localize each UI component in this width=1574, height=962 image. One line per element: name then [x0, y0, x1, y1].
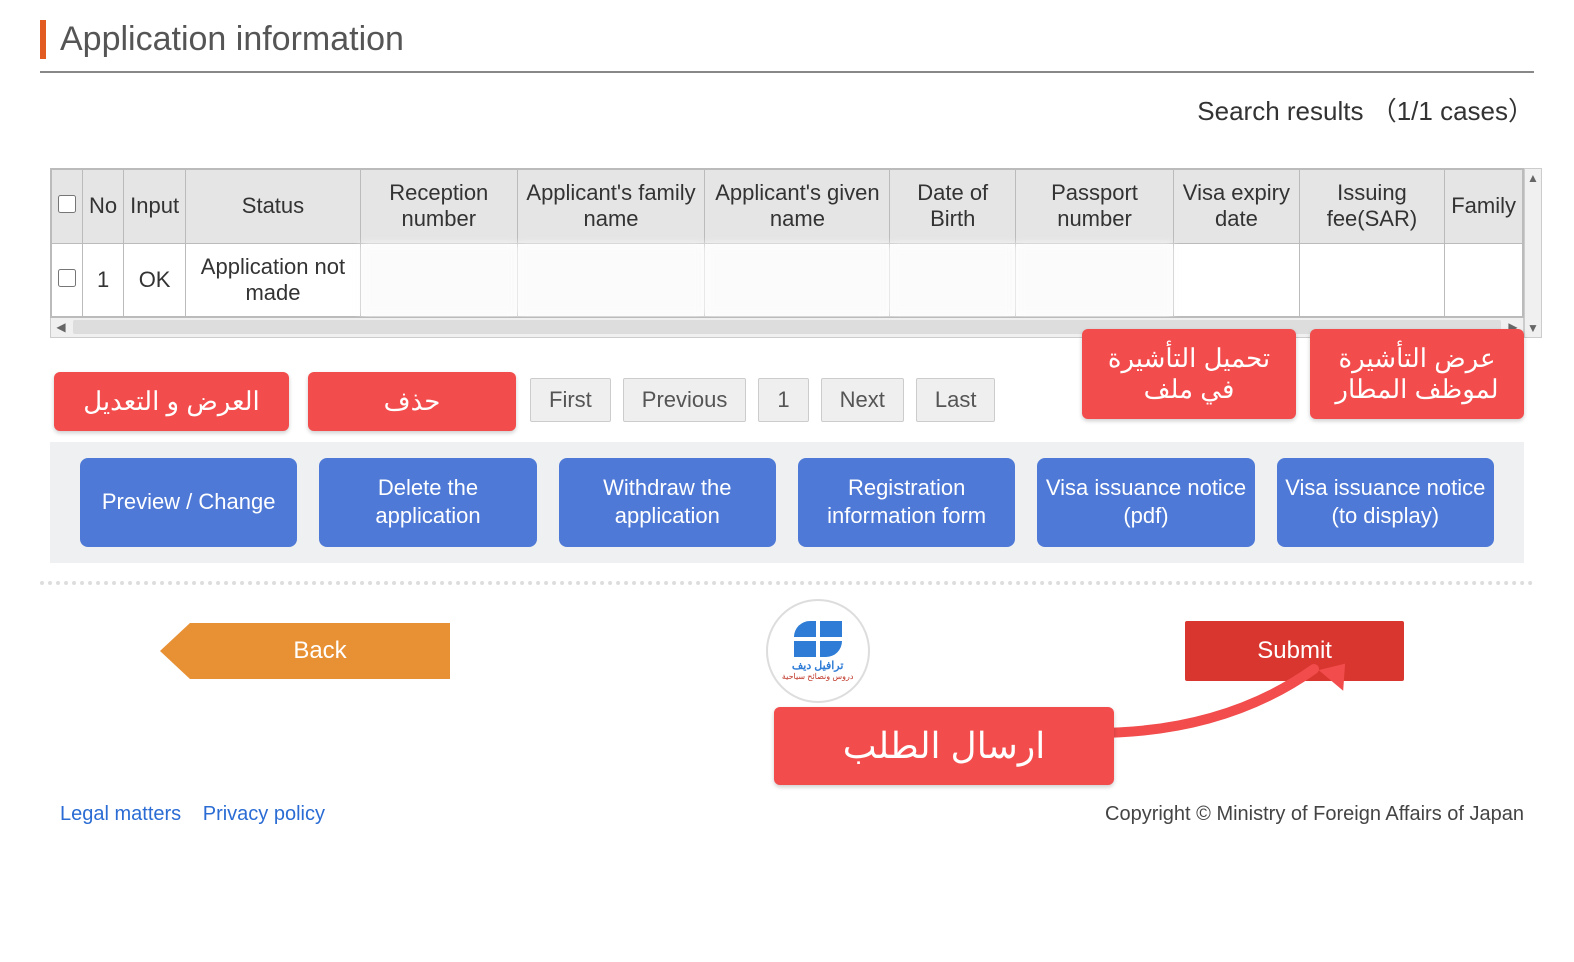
col-input: Input: [124, 170, 186, 244]
logo-tagline: دروس ونصائح سياحية: [782, 672, 854, 681]
annotation-delete: حذف: [308, 372, 516, 431]
footer-links: Legal matters Privacy policy: [60, 803, 341, 826]
privacy-policy-link[interactable]: Privacy policy: [203, 803, 325, 825]
back-arrow-icon: [160, 623, 190, 679]
legal-matters-link[interactable]: Legal matters: [60, 803, 181, 825]
cell-reception-number: xxxxxxxx: [360, 243, 517, 316]
last-page-button[interactable]: Last: [916, 378, 996, 422]
visa-notice-pdf-button[interactable]: Visa issuance notice (pdf): [1037, 458, 1254, 547]
next-page-button[interactable]: Next: [821, 378, 904, 422]
previous-page-button[interactable]: Previous: [623, 378, 747, 422]
logo-name: ترافيل ديف: [792, 659, 844, 672]
col-passport-number: Passport number: [1015, 170, 1173, 244]
vertical-scrollbar[interactable]: ▲ ▼: [1524, 168, 1542, 338]
annotation-row: العرض و التعديل حذف تحميل التأشيرة في مل…: [50, 344, 1524, 434]
results-table-container: No Input Status Reception number Applica…: [50, 168, 1524, 338]
col-family: Family: [1445, 170, 1523, 244]
bottom-nav-row: Back ترافيل ديف دروس ونصائح سياحية Submi…: [40, 599, 1534, 703]
logo: ترافيل ديف دروس ونصائح سياحية: [766, 599, 870, 703]
horizontal-scrollbar[interactable]: ◀ ▶: [50, 318, 1524, 338]
table-row[interactable]: 1 OK Application not made xxxxxxxx XXXXX…: [52, 243, 1523, 316]
table-header-row: No Input Status Reception number Applica…: [52, 170, 1523, 244]
col-visa-expiry: Visa expiry date: [1174, 170, 1300, 244]
title-underline: [40, 71, 1534, 73]
col-reception-number: Reception number: [360, 170, 517, 244]
page-title: Application information: [60, 20, 1534, 59]
cell-family-name: XXXXXX: [517, 243, 705, 316]
annotation-submit: ارسال الطلب: [774, 707, 1114, 785]
preview-change-button[interactable]: Preview / Change: [80, 458, 297, 547]
annotation-display-visa: عرض التأشيرة لموظف المطار: [1310, 329, 1524, 419]
submit-annotation: ارسال الطلب: [854, 665, 1414, 785]
dotted-divider: [40, 581, 1534, 585]
cell-no: 1: [83, 243, 124, 316]
col-family-name: Applicant's family name: [517, 170, 705, 244]
annotation-download-visa: تحميل التأشيرة في ملف: [1082, 329, 1296, 419]
page-number[interactable]: 1: [758, 378, 808, 422]
cell-input: OK: [124, 243, 186, 316]
cell-family: [1445, 243, 1523, 316]
cell-given-name: XXXXXX: [705, 243, 890, 316]
registration-info-form-button[interactable]: Registration information form: [798, 458, 1015, 547]
col-checkbox: [52, 170, 83, 244]
copyright-text: Copyright © Ministry of Foreign Affairs …: [1105, 803, 1524, 826]
cell-issuing-fee: [1299, 243, 1444, 316]
select-all-checkbox[interactable]: [58, 195, 76, 213]
cell-passport-number: XXXXXXXX: [1015, 243, 1173, 316]
table-scroll-area[interactable]: No Input Status Reception number Applica…: [50, 168, 1524, 318]
results-table: No Input Status Reception number Applica…: [51, 169, 1523, 317]
col-issuing-fee: Issuing fee(SAR): [1299, 170, 1444, 244]
pagination: First Previous 1 Next Last: [530, 378, 995, 422]
cell-date-of-birth: xx/xx/xxxx: [890, 243, 1015, 316]
search-results-text: Search results （1/1 cases）: [40, 91, 1534, 128]
back-button-label: Back: [190, 623, 450, 679]
cell-visa-expiry: [1174, 243, 1300, 316]
action-bar: Preview / Change Delete the application …: [50, 442, 1524, 563]
scroll-left-arrow-icon[interactable]: ◀: [51, 320, 71, 334]
scroll-up-arrow-icon[interactable]: ▲: [1525, 169, 1541, 187]
col-status: Status: [186, 170, 361, 244]
footer: Legal matters Privacy policy Copyright ©…: [40, 803, 1534, 826]
col-given-name: Applicant's given name: [705, 170, 890, 244]
submit-button[interactable]: Submit: [1185, 621, 1404, 681]
annotation-preview-edit: العرض و التعديل: [54, 372, 289, 431]
first-page-button[interactable]: First: [530, 378, 611, 422]
withdraw-application-button[interactable]: Withdraw the application: [559, 458, 776, 547]
col-date-of-birth: Date of Birth: [890, 170, 1015, 244]
cell-status: Application not made: [186, 243, 361, 316]
col-no: No: [83, 170, 124, 244]
logo-icon: [794, 621, 842, 657]
row-checkbox[interactable]: [58, 269, 76, 287]
page-title-bar: Application information: [40, 20, 1534, 59]
delete-application-button[interactable]: Delete the application: [319, 458, 536, 547]
visa-notice-display-button[interactable]: Visa issuance notice (to display): [1277, 458, 1494, 547]
scroll-down-arrow-icon[interactable]: ▼: [1525, 319, 1541, 337]
back-button[interactable]: Back: [160, 623, 450, 679]
